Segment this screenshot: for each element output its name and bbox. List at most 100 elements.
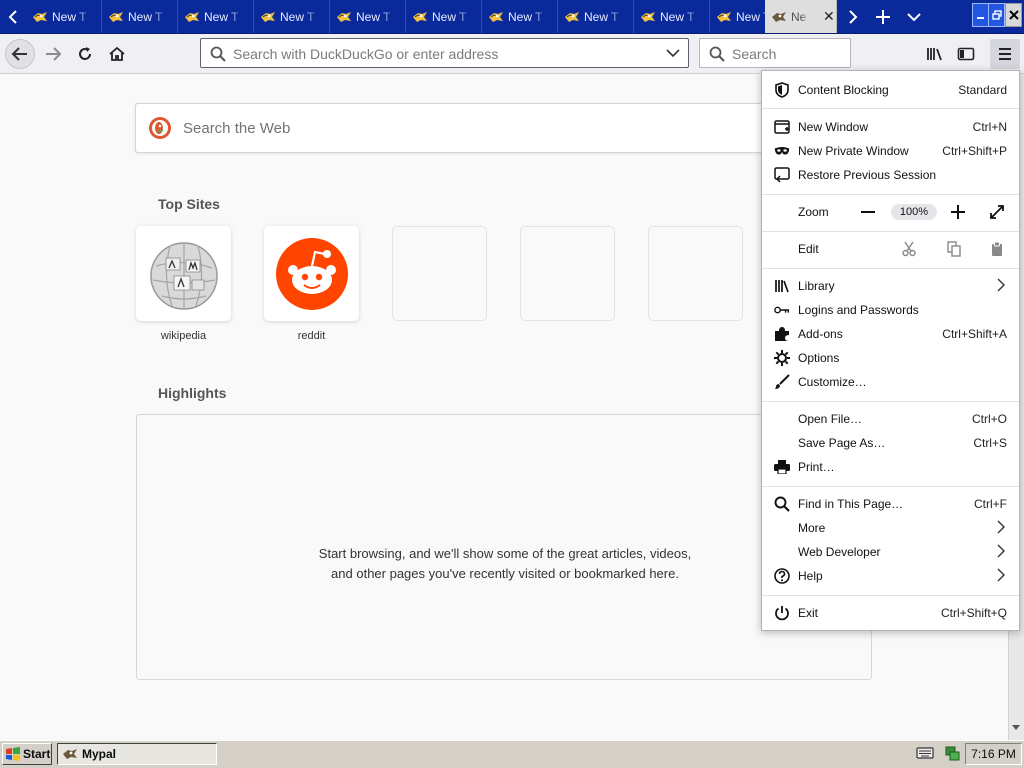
key-icon <box>774 302 790 318</box>
home-icon <box>109 46 125 61</box>
shield-icon <box>774 82 790 98</box>
menu-separator <box>762 194 1019 195</box>
scroll-tabs-left-button[interactable] <box>0 0 26 33</box>
tab[interactable]: New T <box>558 0 634 33</box>
menu-content-blocking[interactable]: Content Blocking Standard <box>762 78 1019 102</box>
tab[interactable]: New T <box>102 0 178 33</box>
list-all-tabs-button[interactable] <box>900 0 928 33</box>
gear-icon <box>774 350 790 366</box>
library-icon <box>774 278 790 294</box>
chevron-down-icon[interactable] <box>666 48 680 58</box>
mypal-favicon-icon <box>488 10 504 24</box>
fullscreen-button[interactable] <box>989 204 1005 220</box>
library-button[interactable] <box>920 39 950 69</box>
tab[interactable]: New T <box>178 0 254 33</box>
menu-item-label: Save Page As… <box>798 436 886 450</box>
reload-button[interactable] <box>70 39 100 69</box>
menu-customize[interactable]: Customize… <box>762 370 1019 394</box>
menu-item-label: Help <box>798 569 823 583</box>
menu-item-label: Library <box>798 279 835 293</box>
keyboard-icon[interactable] <box>916 747 934 759</box>
tab-title: New T <box>280 9 315 24</box>
clock[interactable]: 7:16 PM <box>965 743 1022 765</box>
menu-shortcut: Ctrl+Shift+Q <box>940 606 1007 620</box>
menu-library[interactable]: Library <box>762 274 1019 298</box>
zoom-out-button[interactable] <box>860 204 876 220</box>
duckduckgo-logo-icon <box>148 116 172 140</box>
tab[interactable]: New T <box>634 0 710 33</box>
menu-new-private-window[interactable]: New Private Window Ctrl+Shift+P <box>762 139 1019 163</box>
menu-addons[interactable]: Add-ons Ctrl+Shift+A <box>762 322 1019 346</box>
top-site-tile-empty[interactable] <box>648 226 743 321</box>
help-icon <box>774 568 790 584</box>
back-button[interactable] <box>5 39 35 69</box>
address-bar[interactable]: Search with DuckDuckGo or enter address <box>200 38 689 68</box>
menu-print[interactable]: Print… <box>762 455 1019 479</box>
minimize-button[interactable] <box>972 3 989 27</box>
top-site-tile-empty[interactable] <box>520 226 615 321</box>
paste-icon[interactable] <box>991 241 1003 257</box>
close-tab-icon[interactable]: ✕ <box>823 8 835 25</box>
new-tab-button[interactable] <box>869 0 897 33</box>
web-search-box[interactable]: Search the Web <box>135 103 775 153</box>
restore-button[interactable] <box>988 3 1005 27</box>
fullscreen-icon <box>990 205 1004 219</box>
reddit-logo-icon <box>275 237 349 311</box>
tab[interactable]: New T <box>482 0 558 33</box>
sidebar-button[interactable] <box>951 39 981 69</box>
menu-shortcut: Ctrl+O <box>971 412 1007 426</box>
top-site-tile-reddit[interactable] <box>264 226 359 321</box>
close-window-button[interactable] <box>1005 3 1022 27</box>
home-button[interactable] <box>102 39 132 69</box>
tab[interactable]: New T <box>406 0 482 33</box>
search-bar-placeholder: Search <box>732 46 777 62</box>
tab[interactable]: New T <box>254 0 330 33</box>
search-bar[interactable]: Search <box>699 38 851 68</box>
network-icon[interactable] <box>944 745 960 761</box>
tab[interactable]: New T <box>26 0 102 33</box>
zoom-reset-button[interactable]: 100% <box>891 204 937 220</box>
scroll-tabs-right-button[interactable] <box>840 0 866 33</box>
tab[interactable]: New T <box>330 0 406 33</box>
menu-find-in-page[interactable]: Find in This Page… Ctrl+F <box>762 492 1019 516</box>
menu-edit-row: Edit <box>762 237 1019 261</box>
top-site-tile-empty[interactable] <box>392 226 487 321</box>
menu-separator <box>762 401 1019 402</box>
mypal-favicon-icon <box>108 10 124 24</box>
puzzle-piece-icon <box>774 326 790 342</box>
menu-web-developer[interactable]: Web Developer <box>762 540 1019 564</box>
menu-logins[interactable]: Logins and Passwords <box>762 298 1019 322</box>
minimize-icon <box>976 17 984 19</box>
menu-item-label: Logins and Passwords <box>798 303 919 317</box>
tab-title: New T <box>128 9 163 24</box>
menu-more[interactable]: More <box>762 516 1019 540</box>
menu-shortcut: Ctrl+Shift+A <box>942 327 1007 341</box>
power-icon <box>774 605 790 621</box>
zoom-in-button[interactable] <box>950 204 966 220</box>
chevron-right-icon <box>849 9 858 24</box>
menu-exit[interactable]: Exit Ctrl+Shift+Q <box>762 601 1019 625</box>
top-site-tile-wikipedia[interactable] <box>136 226 231 321</box>
menu-help[interactable]: Help <box>762 564 1019 588</box>
menu-open-file[interactable]: Open File… Ctrl+O <box>762 407 1019 431</box>
menu-item-label: Customize… <box>798 375 867 389</box>
menu-options[interactable]: Options <box>762 346 1019 370</box>
menu-restore-session[interactable]: Restore Previous Session <box>762 163 1019 187</box>
menu-zoom-row: Zoom 100% <box>762 200 1019 224</box>
open-menu-button[interactable] <box>990 39 1020 69</box>
mypal-favicon-icon <box>412 10 428 24</box>
copy-icon[interactable] <box>947 241 961 257</box>
web-search-placeholder: Search the Web <box>183 120 291 137</box>
start-label: Start <box>23 747 51 761</box>
taskbar-item-mypal[interactable]: Mypal <box>57 743 217 765</box>
menu-separator <box>762 486 1019 487</box>
menu-save-page[interactable]: Save Page As… Ctrl+S <box>762 431 1019 455</box>
tab-active[interactable]: Ne ✕ <box>765 0 837 33</box>
forward-button[interactable] <box>38 39 68 69</box>
menu-shortcut: Ctrl+F <box>974 497 1007 511</box>
menu-item-label: Exit <box>798 606 819 620</box>
start-button[interactable]: Start <box>2 743 52 765</box>
cut-icon[interactable] <box>902 241 916 257</box>
scroll-down-arrow-icon[interactable] <box>1011 724 1021 732</box>
menu-new-window[interactable]: New Window Ctrl+N <box>762 115 1019 139</box>
